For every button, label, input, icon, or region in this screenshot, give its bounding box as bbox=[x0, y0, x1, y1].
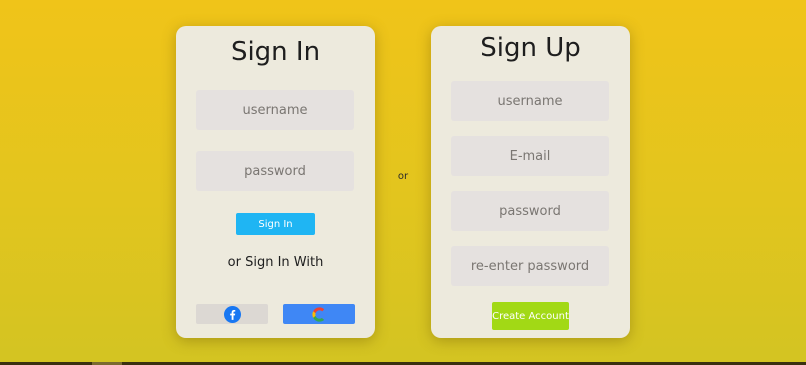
sign-in-card: Sign In Sign In or Sign In With bbox=[176, 26, 375, 338]
sign-up-reenter-password-input[interactable] bbox=[451, 246, 609, 286]
or-separator: or bbox=[397, 171, 409, 182]
sign-in-button[interactable]: Sign In bbox=[236, 213, 315, 235]
sign-up-email-input[interactable] bbox=[451, 136, 609, 176]
sign-up-password-input[interactable] bbox=[451, 191, 609, 231]
facebook-sign-in-button[interactable] bbox=[196, 304, 268, 324]
google-icon bbox=[311, 306, 326, 322]
google-sign-in-button[interactable] bbox=[283, 304, 355, 324]
sign-in-title: Sign In bbox=[230, 37, 321, 67]
create-account-button[interactable]: Create Account bbox=[492, 302, 569, 330]
facebook-icon bbox=[223, 305, 241, 323]
sign-up-title: Sign Up bbox=[480, 33, 581, 63]
alt-sign-in-label: or Sign In With bbox=[227, 255, 324, 270]
sign-in-password-input[interactable] bbox=[196, 151, 354, 191]
sign-up-username-input[interactable] bbox=[451, 81, 609, 121]
sign-in-username-input[interactable] bbox=[196, 90, 354, 130]
sign-up-card: Sign Up Create Account bbox=[431, 26, 630, 338]
